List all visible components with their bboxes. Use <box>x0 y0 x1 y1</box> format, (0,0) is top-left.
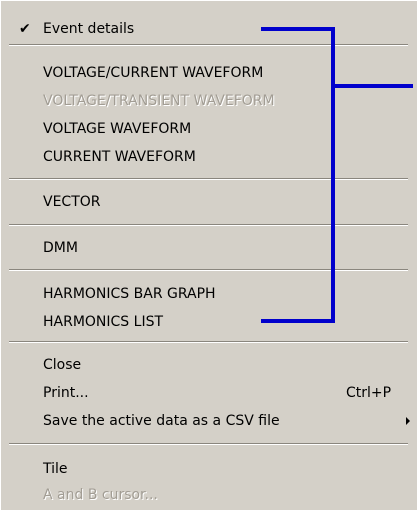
menu-separator <box>9 44 408 46</box>
menu-item-label: HARMONICS BAR GRAPH <box>43 286 216 302</box>
menu-item-save-csv[interactable]: Save the active data as a CSV file <box>1 407 417 435</box>
menu-item-label: Save the active data as a CSV file <box>43 413 280 429</box>
context-menu: ✔ Event details VOLTAGE/CURRENT WAVEFORM… <box>0 0 417 510</box>
menu-separator <box>9 269 408 271</box>
menu-item-label: DMM <box>43 240 78 256</box>
menu-separator <box>9 178 408 180</box>
menu-item-event-details[interactable]: ✔ Event details <box>1 15 417 43</box>
menu-item-tile[interactable]: Tile <box>1 455 417 483</box>
menu-item-label: Close <box>43 357 82 373</box>
menu-item-harmonics-list[interactable]: HARMONICS LIST <box>1 308 417 336</box>
menu-item-vector[interactable]: VECTOR <box>1 188 417 216</box>
menu-separator <box>9 224 408 226</box>
menu-item-label: Event details <box>43 21 135 37</box>
menu-item-voltage-transient-waveform: VOLTAGE/TRANSIENT WAVEFORM <box>1 87 417 115</box>
menu-item-label: VOLTAGE/CURRENT WAVEFORM <box>43 65 264 81</box>
menu-item-dmm[interactable]: DMM <box>1 234 417 262</box>
checkmark-icon: ✔ <box>19 21 31 37</box>
shortcut-label: Ctrl+P <box>346 385 392 401</box>
menu-item-close[interactable]: Close <box>1 351 417 379</box>
menu-separator <box>9 341 408 343</box>
menu-item-label: VOLTAGE WAVEFORM <box>43 121 192 137</box>
menu-item-label: Tile <box>43 461 68 477</box>
menu-item-label: VECTOR <box>43 194 101 210</box>
menu-item-voltage-waveform[interactable]: VOLTAGE WAVEFORM <box>1 115 417 143</box>
menu-separator <box>9 443 408 445</box>
menu-item-voltage-current-waveform[interactable]: VOLTAGE/CURRENT WAVEFORM <box>1 59 417 87</box>
menu-item-label: CURRENT WAVEFORM <box>43 149 196 165</box>
menu-item-print[interactable]: Print... Ctrl+P <box>1 379 417 407</box>
menu-item-harmonics-bar-graph[interactable]: HARMONICS BAR GRAPH <box>1 280 417 308</box>
menu-item-label: HARMONICS LIST <box>43 314 164 330</box>
menu-item-label: VOLTAGE/TRANSIENT WAVEFORM <box>43 93 275 109</box>
menu-item-a-and-b-cursor: A and B cursor... <box>1 481 417 509</box>
menu-item-label: Print... <box>43 385 89 401</box>
menu-item-current-waveform[interactable]: CURRENT WAVEFORM <box>1 143 417 171</box>
submenu-arrow-icon <box>406 417 410 425</box>
menu-item-label: A and B cursor... <box>43 487 158 503</box>
